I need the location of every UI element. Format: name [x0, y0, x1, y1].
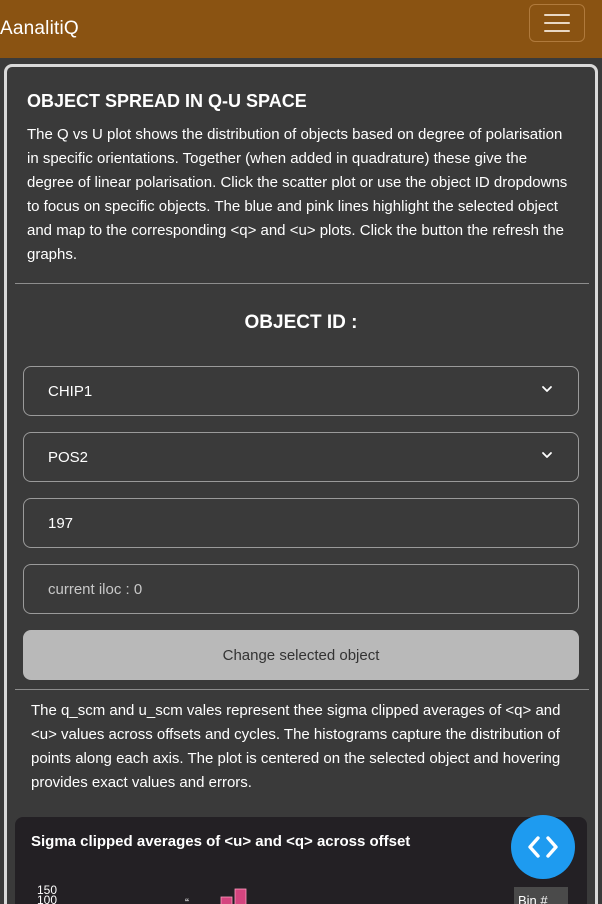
- iloc-input-field[interactable]: [48, 580, 528, 598]
- object-id-value: 197: [48, 514, 74, 532]
- navbar: AanalitiQ: [0, 0, 602, 58]
- chart-card: Sigma clipped averages of <u> and <q> ac…: [15, 817, 587, 904]
- histogram-bar[interactable]: [234, 888, 247, 904]
- object-id-label: OBJECT ID :: [244, 312, 358, 333]
- hamburger-menu-icon: [544, 14, 570, 16]
- divider: [15, 689, 589, 690]
- annotation-mark: “: [185, 896, 189, 904]
- pos-select[interactable]: POS2: [23, 432, 579, 482]
- legend-label: Bin #: [518, 893, 548, 904]
- y-tick-label: 100: [37, 893, 57, 904]
- histogram-bar[interactable]: [220, 896, 233, 904]
- chevron-down-icon: [542, 452, 552, 458]
- brand-logo[interactable]: AanalitiQ: [0, 18, 79, 40]
- chevron-down-icon: [542, 386, 552, 392]
- iloc-input[interactable]: [23, 564, 579, 614]
- code-brackets-icon: [528, 836, 558, 858]
- chart-description: The q_scm and u_scm vales represent thee…: [31, 702, 561, 791]
- code-toggle-button[interactable]: [511, 815, 575, 879]
- divider: [15, 283, 589, 284]
- navbar-toggle-button[interactable]: [529, 4, 585, 42]
- chip-select[interactable]: CHIP1: [23, 366, 579, 416]
- section-title: OBJECT SPREAD IN Q-U SPACE: [27, 91, 307, 111]
- change-selected-object-button[interactable]: Change selected object: [23, 630, 579, 680]
- section-intro: The Q vs U plot shows the distribution o…: [27, 126, 568, 263]
- object-id-input[interactable]: 197: [23, 498, 579, 548]
- main-panel: OBJECT SPREAD IN Q-U SPACE The Q vs U pl…: [4, 64, 598, 904]
- chip-select-value: CHIP1: [48, 382, 93, 400]
- chart-plot[interactable]: 150 100 “ Bin #: [15, 817, 587, 904]
- pos-select-value: POS2: [48, 448, 89, 466]
